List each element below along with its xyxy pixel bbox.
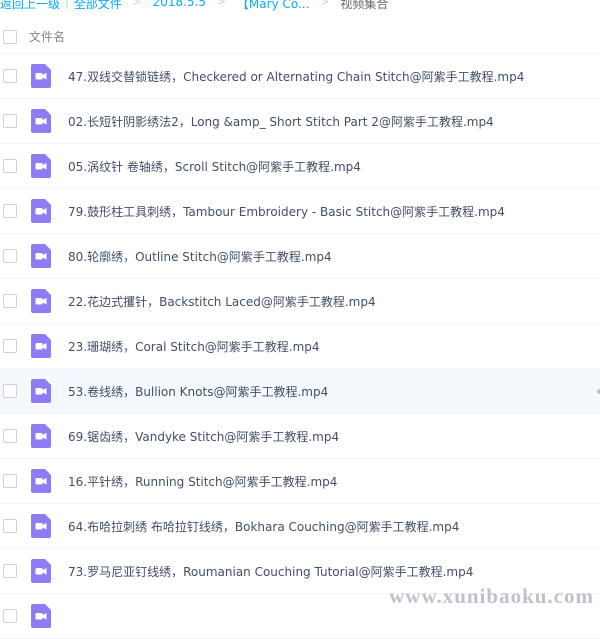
file-row[interactable]: 22.花边式攫针，Backstitch Laced@阿紫手工教程.mp4 [0,279,600,324]
site-watermark: www.xunibaoku.com [389,584,594,608]
list-header: 文件名 [0,20,600,54]
video-file-icon [31,379,51,403]
file-row[interactable]: 69.锯齿绣，Vandyke Stitch@阿紫手工教程.mp4 [0,414,600,459]
row-checkbox[interactable] [3,69,17,83]
video-file-icon [31,199,51,223]
row-checkbox[interactable] [3,609,17,623]
video-file-icon [31,334,51,358]
breadcrumb-arrow-icon: > [132,0,142,8]
file-row[interactable]: 23.珊瑚绣，Coral Stitch@阿紫手工教程.mp4 [0,324,600,369]
file-name[interactable]: 80.轮廓绣，Outline Stitch@阿紫手工教程.mp4 [68,248,332,265]
video-file-icon [31,604,51,628]
file-row[interactable]: 79.鼓形柱工具刺绣，Tambour Embroidery - Basic St… [0,189,600,234]
breadcrumb-arrow-icon: > [320,0,330,8]
row-checkbox[interactable] [3,564,17,578]
row-checkbox[interactable] [3,294,17,308]
video-file-icon [31,289,51,313]
video-file-icon [31,469,51,493]
row-checkbox[interactable] [3,339,17,353]
row-checkbox[interactable] [3,384,17,398]
video-file-icon [31,424,51,448]
breadcrumb-arrow-icon: > [216,0,227,8]
video-file-icon [31,64,51,88]
file-name[interactable]: 22.花边式攫针，Backstitch Laced@阿紫手工教程.mp4 [68,293,376,310]
file-name[interactable]: 69.锯齿绣，Vandyke Stitch@阿紫手工教程.mp4 [68,428,339,445]
file-name[interactable]: 64.布哈拉刺绣 布哈拉钉线绣，Bokhara Couching@阿紫手工教程.… [68,518,459,535]
file-row[interactable]: 05.涡纹针 卷轴绣，Scroll Stitch@阿紫手工教程.mp4 [0,144,600,189]
file-row[interactable]: 47.双线交替锁链绣，Checkered or Alternating Chai… [0,54,600,99]
breadcrumb-folder-2018[interactable]: 2018.5.5 [153,0,206,9]
file-row[interactable]: 02.长短针阴影绣法2，Long &amp_ Short Stitch Part… [0,99,600,144]
file-name[interactable]: 23.珊瑚绣，Coral Stitch@阿紫手工教程.mp4 [68,338,320,355]
select-all-checkbox[interactable] [3,30,17,44]
video-file-icon [31,154,51,178]
video-file-icon [31,559,51,583]
all-files-link[interactable]: 全部文件 [74,0,122,12]
row-checkbox[interactable] [3,474,17,488]
video-file-icon [31,244,51,268]
file-name[interactable]: 16.平针绣，Running Stitch@阿紫手工教程.mp4 [68,473,337,490]
file-name[interactable]: 05.涡纹针 卷轴绣，Scroll Stitch@阿紫手工教程.mp4 [68,158,361,175]
file-name[interactable]: 47.双线交替锁链绣，Checkered or Alternating Chai… [68,68,524,85]
breadcrumb-current: 视频集合 [340,0,389,11]
file-row[interactable]: 64.布哈拉刺绣 布哈拉钉线绣，Bokhara Couching@阿紫手工教程.… [0,504,600,549]
row-checkbox[interactable] [3,114,17,128]
row-checkbox[interactable] [3,429,17,443]
file-name[interactable]: 53.卷线绣，Bullion Knots@阿紫手工教程.mp4 [68,383,328,400]
file-row[interactable]: 16.平针绣，Running Stitch@阿紫手工教程.mp4 [0,459,600,504]
separator: | [64,0,69,9]
row-checkbox[interactable] [3,159,17,173]
back-link[interactable]: 返回上一级 [0,0,60,12]
breadcrumb: 返回上一级 | 全部文件 > 2018.5.5 > 【Mary Co... > … [0,0,600,13]
file-row[interactable]: 80.轮廓绣，Outline Stitch@阿紫手工教程.mp4 [0,234,600,279]
video-file-icon [31,109,51,133]
row-checkbox[interactable] [3,519,17,533]
row-checkbox[interactable] [3,249,17,263]
row-checkbox[interactable] [3,204,17,218]
file-name[interactable]: 73.罗马尼亚钉线绣，Roumanian Couching Tutorial@阿… [68,563,473,580]
file-list: 47.双线交替锁链绣，Checkered or Alternating Chai… [0,54,600,639]
breadcrumb-folder-mary[interactable]: 【Mary Co... [237,0,310,12]
video-file-icon [31,514,51,538]
file-row[interactable]: 53.卷线绣，Bullion Knots@阿紫手工教程.mp4 [0,369,600,414]
file-name[interactable]: 79.鼓形柱工具刺绣，Tambour Embroidery - Basic St… [68,203,505,220]
column-filename-header[interactable]: 文件名 [29,28,65,45]
file-name[interactable]: 02.长短针阴影绣法2，Long &amp_ Short Stitch Part… [68,113,494,130]
